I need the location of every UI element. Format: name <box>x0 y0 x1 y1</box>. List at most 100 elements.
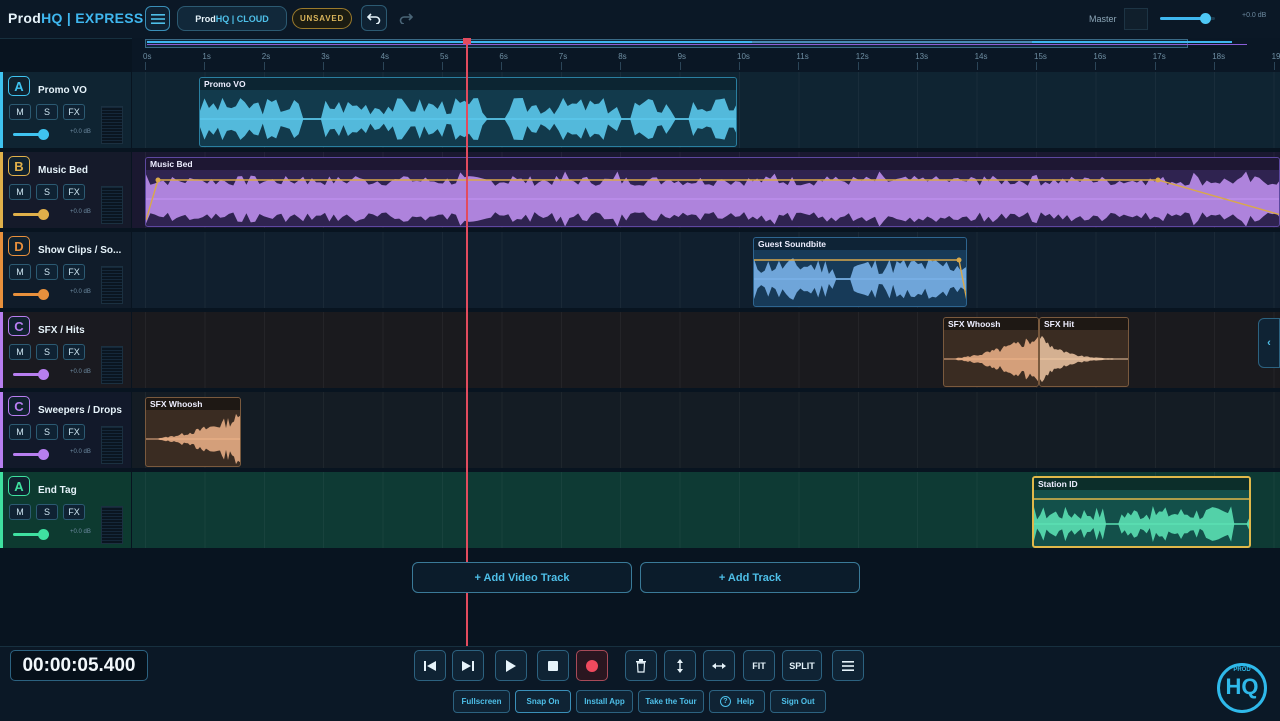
mute-button[interactable]: M <box>9 424 31 440</box>
volume-knob[interactable] <box>38 449 49 460</box>
ruler-tick <box>739 62 740 70</box>
ruler-tick <box>204 62 206 70</box>
track-letter[interactable]: A <box>8 76 30 96</box>
clip-label: SFX Whoosh <box>944 318 1038 330</box>
lane-promo-vo[interactable]: Promo VO <box>132 72 1280 150</box>
clip-label: SFX Whoosh <box>146 398 240 410</box>
undo-button[interactable] <box>361 5 387 31</box>
lane-sweepers-drops[interactable]: SFX Whoosh <box>132 392 1280 470</box>
track-header[interactable]: C SFX / Hits M S FX +0.0 dB <box>0 312 131 390</box>
fx-button[interactable]: FX <box>63 264 85 280</box>
track-letter[interactable]: B <box>8 156 30 176</box>
timeline-ruler[interactable]: 0s 1s 2s 3s 4s 5s 6s 7s 8s 9s 10s 11s 12s 13s 14s 15s 16… <box>132 38 1280 72</box>
ruler-tick-label: 16s <box>1093 52 1107 61</box>
volume-knob[interactable] <box>38 289 49 300</box>
cloud-button[interactable]: Prod HQ | CLOUD <box>177 6 287 31</box>
clip-sfx-hit[interactable]: SFX Hit <box>1039 317 1129 387</box>
record-button[interactable] <box>576 650 608 681</box>
solo-button[interactable]: S <box>36 344 58 360</box>
ruler-tick <box>1154 62 1156 70</box>
volume-envelope[interactable] <box>146 170 1280 227</box>
mute-button[interactable]: M <box>9 104 31 120</box>
solo-button[interactable]: S <box>36 504 58 520</box>
volume-knob[interactable] <box>38 529 49 540</box>
mute-button[interactable]: M <box>9 184 31 200</box>
lane-end-tag[interactable]: Station ID <box>132 472 1280 550</box>
track-name[interactable]: Sweepers / Drops <box>38 405 126 416</box>
volume-knob[interactable] <box>38 129 49 140</box>
clip-promo-vo[interactable]: Promo VO <box>199 77 737 147</box>
ruler-tick-label: 0s <box>143 52 152 61</box>
playhead[interactable] <box>466 44 468 646</box>
fx-button[interactable]: FX <box>63 504 85 520</box>
track-letter[interactable]: D <box>8 236 30 256</box>
solo-button[interactable]: S <box>36 104 58 120</box>
sign-out-button[interactable]: Sign Out <box>770 690 826 713</box>
clip-sfx-whoosh[interactable]: SFX Whoosh <box>145 397 241 467</box>
clip-music-bed[interactable]: Music Bed <box>145 157 1280 227</box>
lane-music-bed[interactable]: Music Bed <box>132 152 1280 230</box>
stop-button[interactable] <box>537 650 569 681</box>
take-tour-button[interactable]: Take the Tour <box>638 690 704 713</box>
delete-button[interactable] <box>625 650 657 681</box>
fx-button[interactable]: FX <box>63 104 85 120</box>
track-color-stripe <box>0 152 3 228</box>
track-header[interactable]: C Sweepers / Drops M S FX +0.0 dB <box>0 392 131 470</box>
more-menu-button[interactable] <box>832 650 864 681</box>
track-letter[interactable]: C <box>8 396 30 416</box>
skip-start-icon <box>424 660 436 671</box>
track-header[interactable]: A Promo VO M S FX +0.0 dB <box>0 72 131 150</box>
mute-button[interactable]: M <box>9 344 31 360</box>
stop-icon <box>548 660 558 671</box>
ruler-tick-label: 3s <box>321 52 330 61</box>
track-name[interactable]: SFX / Hits <box>38 325 126 336</box>
track-name[interactable]: Music Bed <box>38 165 126 176</box>
ruler-tick <box>560 62 562 70</box>
track-header[interactable]: D Show Clips / So... M S FX +0.0 dB <box>0 232 131 310</box>
split-button[interactable]: SPLIT <box>782 650 822 681</box>
add-video-track-button[interactable]: + Add Video Track <box>412 562 632 593</box>
skip-to-start-button[interactable] <box>414 650 446 681</box>
play-button[interactable] <box>495 650 527 681</box>
mute-button[interactable]: M <box>9 264 31 280</box>
track-letter[interactable]: A <box>8 476 30 496</box>
add-track-button[interactable]: + Add Track <box>640 562 860 593</box>
track-letter[interactable]: C <box>8 316 30 336</box>
install-app-button[interactable]: Install App <box>576 690 633 713</box>
help-button[interactable]: ? Help <box>709 690 765 713</box>
snap-toggle-button[interactable]: Snap On <box>515 690 571 713</box>
mute-button[interactable]: M <box>9 504 31 520</box>
level-meter <box>101 506 123 544</box>
track-header[interactable]: A End Tag M S FX +0.0 dB <box>0 472 131 550</box>
master-label: Master <box>1089 14 1117 24</box>
solo-button[interactable]: S <box>36 424 58 440</box>
level-meter <box>101 266 123 304</box>
solo-button[interactable]: S <box>36 264 58 280</box>
track-name[interactable]: End Tag <box>38 485 126 496</box>
vertical-zoom-button[interactable] <box>664 650 696 681</box>
track-name[interactable]: Promo VO <box>38 85 126 96</box>
menu-button[interactable] <box>145 6 170 31</box>
track-header[interactable]: B Music Bed M S FX +0.0 dB <box>0 152 131 230</box>
fx-button[interactable]: FX <box>63 424 85 440</box>
lane-show-clips[interactable]: Guest Soundbite <box>132 232 1280 310</box>
volume-knob[interactable] <box>38 369 49 380</box>
volume-envelope[interactable] <box>754 250 967 307</box>
clip-sfx-whoosh[interactable]: SFX Whoosh <box>943 317 1039 387</box>
fx-button[interactable]: FX <box>63 344 85 360</box>
clip-guest-soundbite[interactable]: Guest Soundbite <box>753 237 967 307</box>
horizontal-zoom-button[interactable] <box>703 650 735 681</box>
track-name[interactable]: Show Clips / So... <box>38 245 126 256</box>
side-panel-toggle[interactable]: ‹ <box>1258 318 1280 368</box>
clip-station-id[interactable]: Station ID <box>1032 476 1251 548</box>
volume-knob[interactable] <box>38 209 49 220</box>
fx-button[interactable]: FX <box>63 184 85 200</box>
track-db: +0.0 dB <box>70 449 91 455</box>
redo-button[interactable] <box>393 5 419 31</box>
fit-button[interactable]: FIT <box>743 650 775 681</box>
hamburger-icon <box>842 660 854 671</box>
solo-button[interactable]: S <box>36 184 58 200</box>
lane-sfx-hits[interactable]: SFX Whoosh SFX Hit <box>132 312 1280 390</box>
fullscreen-button[interactable]: Fullscreen <box>453 690 510 713</box>
skip-to-end-button[interactable] <box>452 650 484 681</box>
